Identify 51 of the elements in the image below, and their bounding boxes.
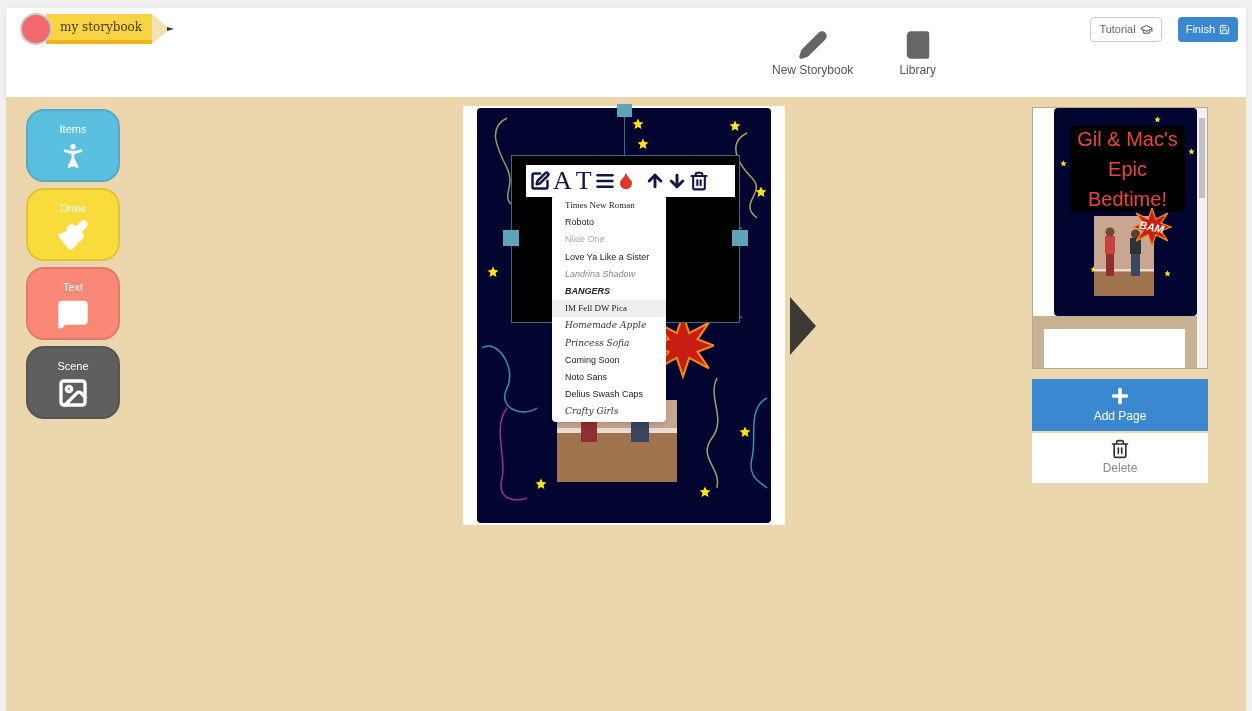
- star-icon: [632, 118, 644, 130]
- font-option[interactable]: Roboto: [552, 214, 666, 232]
- font-size-button[interactable]: T: [573, 168, 594, 194]
- font-option[interactable]: IM Fell DW Pica: [552, 300, 666, 318]
- tool-button[interactable]: Scene: [26, 346, 120, 419]
- next-page-arrow[interactable]: [790, 297, 816, 355]
- nav-button[interactable]: Library: [899, 30, 937, 79]
- font-option[interactable]: BANGERS: [552, 282, 666, 301]
- font-option[interactable]: Love Ya Like a Sister: [552, 248, 666, 266]
- font-option[interactable]: Homemade Apple: [552, 317, 666, 335]
- font-option[interactable]: Noto Sans: [552, 368, 666, 387]
- image-icon: [57, 376, 89, 409]
- paintbrush-icon: [57, 218, 89, 251]
- edit-button[interactable]: [529, 171, 551, 191]
- delete-page-button[interactable]: Delete: [1032, 433, 1208, 483]
- star-icon: [535, 478, 547, 490]
- star-icon: [1188, 148, 1195, 155]
- star-icon: [739, 426, 751, 438]
- graduation-cap-icon: [1139, 23, 1153, 36]
- burst-sticker: BAM: [1130, 208, 1174, 246]
- rotate-line: [624, 116, 625, 156]
- rotate-handle[interactable]: [617, 104, 632, 117]
- pencil-icon: [797, 30, 828, 60]
- finish-button[interactable]: Finish: [1177, 17, 1238, 42]
- font-option[interactable]: Princess Sofia: [552, 334, 666, 352]
- save-icon: [1219, 24, 1230, 35]
- plus-icon: [1109, 385, 1131, 407]
- font-option[interactable]: Delius Swash Caps: [552, 386, 666, 404]
- tutorial-button[interactable]: Tutorial: [1090, 17, 1162, 42]
- trash-icon: [1110, 439, 1130, 459]
- star-icon: [729, 120, 741, 132]
- star-icon: [637, 138, 649, 150]
- nav-button[interactable]: New Storybook: [772, 30, 854, 79]
- page-thumbnail[interactable]: [1044, 329, 1185, 368]
- star-icon: [755, 186, 767, 198]
- font-option[interactable]: Coming Soon: [552, 351, 666, 369]
- font-option[interactable]: Times New Roman: [552, 197, 666, 215]
- resize-handle[interactable]: [732, 230, 748, 246]
- resize-handle[interactable]: [503, 230, 519, 246]
- font-option[interactable]: Landrina Shadow: [552, 265, 666, 283]
- add-page-button[interactable]: Add Page: [1032, 379, 1208, 431]
- star-icon: [1164, 270, 1171, 277]
- star-icon: [487, 266, 499, 278]
- page-thumbnail[interactable]: Gil & Mac's Epic Bedtime! BAM: [1054, 108, 1197, 316]
- font-button[interactable]: A: [551, 168, 574, 194]
- star-icon: [699, 486, 711, 498]
- star-icon: [1060, 160, 1067, 167]
- star-icon: [1154, 116, 1161, 123]
- font-option[interactable]: Crafty Girls: [552, 403, 666, 421]
- scrollbar[interactable]: [1197, 108, 1207, 368]
- align-button[interactable]: [593, 171, 616, 191]
